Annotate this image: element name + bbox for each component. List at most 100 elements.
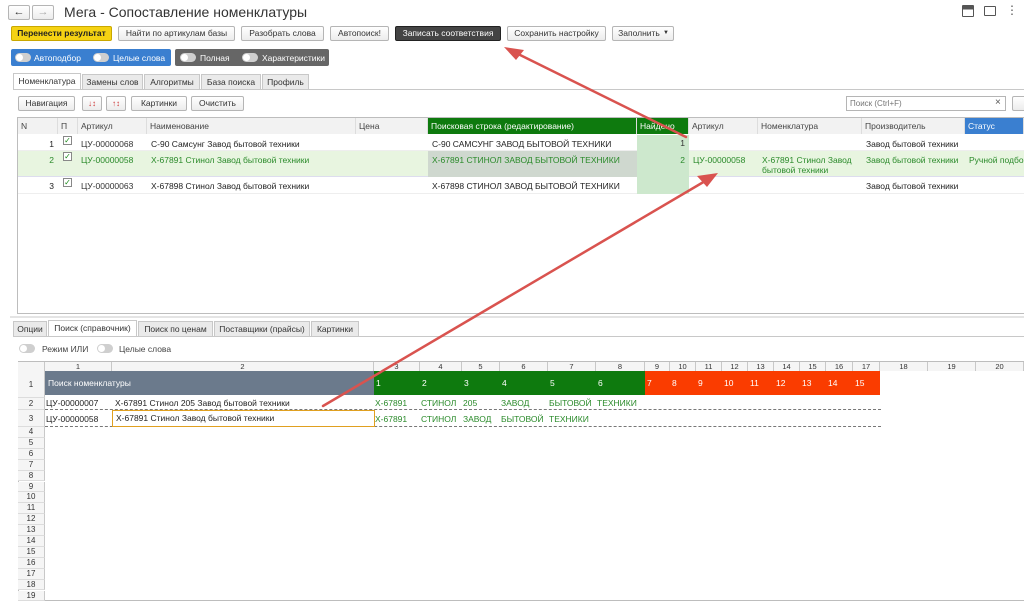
more-menu-icon[interactable]: ⋮ [1006,3,1018,17]
header-nomenclature[interactable]: Номенклатура [758,118,862,134]
transfer-result-button[interactable]: Перенести результат [11,26,112,41]
check-icon[interactable]: ✓ [63,136,72,145]
column-number[interactable]: 6 [500,362,548,371]
header-manufacturer[interactable]: Производитель [862,118,965,134]
parse-words-button[interactable]: Разобрать слова [241,26,324,41]
check-icon[interactable]: ✓ [63,178,72,187]
sort-desc-icon[interactable]: ↑↕ [106,96,126,111]
row-number[interactable]: 7 [18,459,45,471]
column-number[interactable]: 16 [826,362,853,371]
cell-name: С-90 Самсунг Завод бытовой техники [151,139,300,149]
column-number[interactable]: 17 [853,362,880,371]
column-number[interactable]: 3 [374,362,420,371]
cell-search-string[interactable]: С-90 САМСУНГ ЗАВОД БЫТОВОЙ ТЕХНИКИ [432,139,637,149]
header-search-string[interactable]: Поисковая строка (редактирование) [428,118,637,134]
header-price[interactable]: Цена [356,118,428,134]
sort-asc-icon[interactable]: ↓↕ [82,96,102,111]
row-number[interactable]: 18 [18,579,45,591]
navigation-button[interactable]: Навигация [18,96,75,111]
full-toggle[interactable] [180,53,196,62]
tab-options[interactable]: Опции [13,321,47,336]
row-number[interactable]: 1 [18,371,45,398]
or-mode-toggle[interactable] [19,344,35,353]
column-number[interactable]: 13 [748,362,774,371]
panel-splitter[interactable] [10,316,1024,318]
tab-pictures[interactable]: Картинки [311,321,359,336]
tab-profile[interactable]: Профиль [262,74,309,89]
sheet-word: Х-67891 [375,414,408,424]
back-button[interactable]: ← [8,5,30,20]
cell-search-string[interactable]: Х-67891 СТИНОЛ ЗАВОД БЫТОВОЙ ТЕХНИКИ [428,151,637,177]
column-number[interactable]: 19 [928,362,976,371]
more-list-button[interactable] [1012,96,1024,111]
row-number[interactable]: 16 [18,557,45,569]
column-number[interactable]: 11 [696,362,722,371]
tab-nomenclature[interactable]: Номенклатура [13,73,81,89]
row-number[interactable]: 5 [18,437,45,449]
column-number[interactable]: 8 [596,362,645,371]
column-number[interactable]: 4 [420,362,462,371]
row-number[interactable]: 3 [18,410,45,427]
column-number[interactable]: 2 [112,362,374,371]
characteristics-toggle[interactable] [242,53,258,62]
row-number[interactable]: 13 [18,525,45,536]
tab-directory-search[interactable]: Поиск (справочник) [48,320,137,336]
tab-suppliers[interactable]: Поставщики (прайсы) [214,321,310,336]
header-status[interactable]: Статус [965,118,1024,134]
row-number[interactable]: 6 [18,448,45,460]
whole-words-bottom-toggle[interactable] [97,344,113,353]
tab-search-base[interactable]: База поиска [201,74,261,89]
cell-found [637,177,689,194]
row-number[interactable]: 4 [18,427,45,438]
row-number[interactable]: 14 [18,536,45,547]
row-number[interactable]: 2 [18,398,45,410]
whole-words-label: Целые слова [113,53,166,63]
column-number[interactable]: 7 [548,362,596,371]
column-number[interactable]: 12 [722,362,748,371]
column-number[interactable]: 1 [45,362,112,371]
fill-dropdown-button[interactable]: Заполнить ▼ [612,26,674,41]
row-number[interactable]: 19 [18,590,45,602]
row-number[interactable]: 15 [18,546,45,558]
row-number[interactable]: 12 [18,514,45,526]
save-icon[interactable] [962,5,974,17]
search-input[interactable] [846,96,1006,111]
row-number[interactable]: 11 [18,503,45,515]
column-number[interactable]: 18 [880,362,928,371]
header-article[interactable]: Артикул [78,118,147,134]
row-number[interactable]: 8 [18,470,45,482]
column-number[interactable]: 15 [800,362,826,371]
tab-word-replacements[interactable]: Замены слов [82,74,143,89]
clear-button[interactable]: Очистить [191,96,244,111]
column-number[interactable]: 9 [645,362,670,371]
column-number[interactable]: 14 [774,362,800,371]
cell-search-string[interactable]: Х-67898 СТИНОЛ ЗАВОД БЫТОВОЙ ТЕХНИКИ [432,181,637,191]
header-p[interactable]: П [58,118,78,134]
tab-algorithms[interactable]: Алгоритмы [144,74,200,89]
row-number[interactable]: 17 [18,568,45,580]
header-name[interactable]: Наименование [147,118,356,134]
sheet-name-selected[interactable]: Х-67891 Стинол Завод бытовой техники [112,410,375,427]
check-icon[interactable]: ✓ [63,152,72,161]
tab-price-search[interactable]: Поиск по ценам [138,321,213,336]
row-number[interactable]: 9 [18,481,45,493]
column-number[interactable]: 5 [462,362,500,371]
cell-article: ЦУ-00000058 [81,155,134,165]
autoselect-toggle[interactable] [15,53,31,62]
header-article-2[interactable]: Артикул [689,118,758,134]
forward-button[interactable]: → [32,5,54,20]
column-number[interactable]: 20 [976,362,1024,371]
arrowhead-write-button [504,47,524,60]
header-found[interactable]: Найдено [637,118,689,134]
whole-words-toggle[interactable] [93,53,109,62]
pictures-button[interactable]: Картинки [131,96,187,111]
find-by-articles-button[interactable]: Найти по артикулам базы [118,26,235,41]
column-number[interactable]: 10 [670,362,696,371]
header-n[interactable]: N [18,118,58,134]
write-matches-button[interactable]: Записать соответствия [395,26,501,41]
autosearch-button[interactable]: Автопоиск! [330,26,389,41]
clear-search-icon[interactable]: × [995,97,1001,108]
save-settings-button[interactable]: Сохранить настройку [507,26,606,41]
row-number[interactable]: 10 [18,492,45,504]
print-icon[interactable] [984,6,996,16]
